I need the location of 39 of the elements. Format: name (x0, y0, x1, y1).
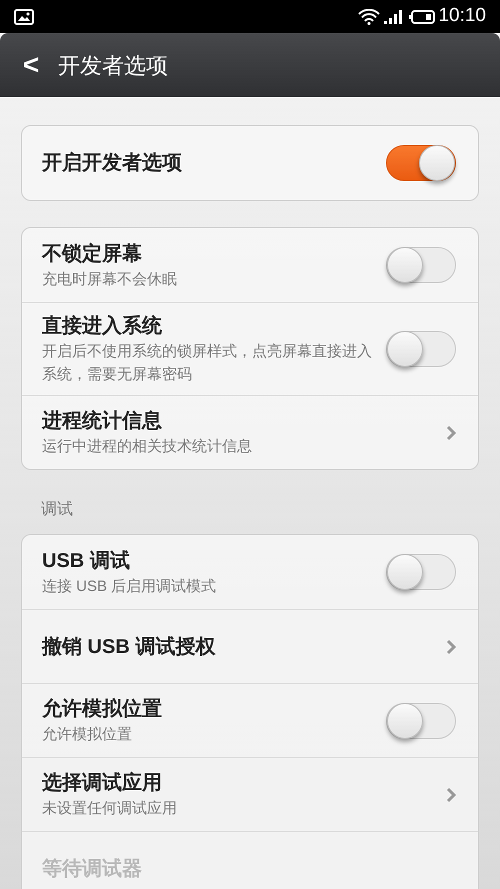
toggle-switch[interactable] (386, 702, 456, 738)
settings-row[interactable]: 允许模拟位置 允许模拟位置 (22, 683, 478, 757)
page-title: 开发者选项 (58, 52, 168, 80)
settings-row[interactable]: 开启开发者选项 (22, 126, 478, 200)
setting-description: 允许模拟位置 (42, 725, 133, 745)
setting-description: 运行中进程的相关技术统计信息 (42, 437, 253, 457)
toggle-switch[interactable] (386, 247, 456, 283)
section-header: 调试 (40, 500, 74, 520)
settings-row[interactable]: 进程统计信息 运行中进程的相关技术统计信息 (22, 395, 478, 469)
settings-row[interactable]: 不锁定屏幕 充电时屏幕不会休眠 (22, 228, 478, 302)
setting-title: 选择调试应用 (42, 770, 163, 796)
toggle-switch[interactable] (386, 145, 456, 181)
setting-description: 开启后不使用系统的锁屏样式，点亮屏幕直接进入系统，需要无屏幕密码 (42, 342, 373, 385)
setting-title: 直接进入系统 (42, 314, 163, 339)
setting-title: USB 调试 (42, 548, 131, 574)
setting-description: 连接 USB 后启用调试模式 (42, 576, 218, 596)
setting-title: 等待调试器 (42, 856, 143, 882)
clock-time: 10:10 (438, 4, 486, 28)
setting-description: 充电时屏幕不会休眠 (42, 270, 178, 290)
setting-title: 撤销 USB 调试授权 (42, 634, 216, 660)
chevron-right-icon (446, 424, 456, 440)
battery-icon (409, 8, 436, 24)
settings-row[interactable]: 撤销 USB 调试授权 (22, 609, 478, 683)
setting-title: 进程统计信息 (42, 408, 163, 434)
setting-description: 未设置任何调试应用 (42, 799, 178, 819)
toggle-switch[interactable] (386, 554, 456, 590)
setting-title: 允许模拟位置 (42, 696, 163, 722)
toggle-switch[interactable] (386, 331, 456, 367)
signal-icon (383, 8, 404, 24)
setting-title: 开启开发者选项 (42, 150, 183, 176)
setting-title: 不锁定屏幕 (42, 242, 143, 266)
picture-notification-icon (14, 8, 34, 24)
settings-row[interactable]: 选择调试应用 未设置任何调试应用 (22, 757, 478, 831)
wifi-icon (358, 8, 380, 24)
back-button[interactable]: < (20, 51, 42, 79)
settings-row[interactable]: USB 调试 连接 USB 后启用调试模式 (22, 535, 478, 609)
chevron-right-icon (446, 638, 456, 654)
settings-row[interactable]: 直接进入系统 开启后不使用系统的锁屏样式，点亮屏幕直接进入系统，需要无屏幕密码 (22, 302, 478, 395)
chevron-right-icon (446, 786, 456, 802)
